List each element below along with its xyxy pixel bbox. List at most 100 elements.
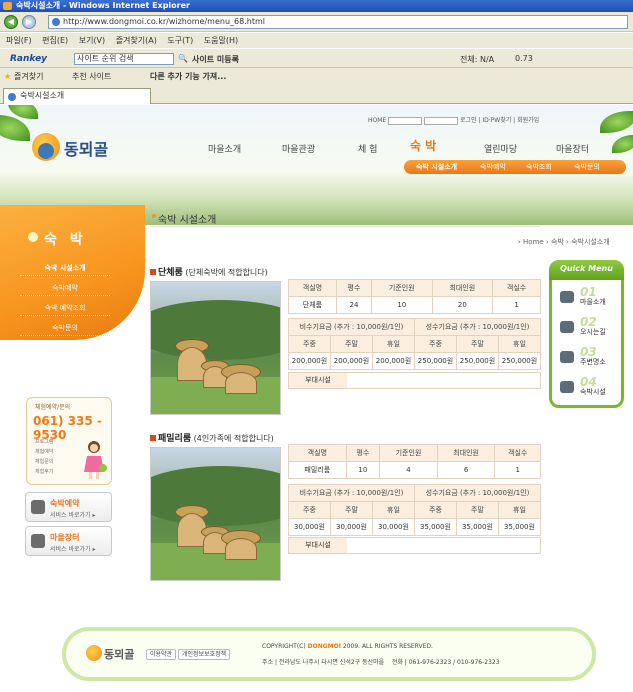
- contact-link-inquiry[interactable]: 체험문의: [35, 458, 53, 465]
- table-cell: 200,000원: [330, 352, 373, 370]
- privacy-link[interactable]: 개인정보보호정책: [178, 649, 231, 660]
- footer-links: 이용약관 개인정보보호정책: [146, 649, 231, 660]
- shortcut-title: 마을장터: [50, 533, 80, 542]
- login-link[interactable]: 로그인: [460, 117, 477, 124]
- table-header: 주중: [288, 335, 331, 353]
- footer-logo: 동뫼골: [104, 648, 135, 661]
- quick-item-lodging[interactable]: 04 숙박시설: [558, 375, 618, 401]
- contact-link-reserve[interactable]: 체험예약: [35, 448, 53, 455]
- login-pw-input[interactable]: [424, 116, 459, 125]
- star-icon: ★: [4, 72, 12, 81]
- site-logo[interactable]: 동뫼골: [64, 136, 108, 160]
- subnav-lookup[interactable]: 숙박조회: [526, 160, 552, 174]
- room-desc: (단체숙박에 적합합니다): [185, 268, 268, 277]
- table-cell: 200,000원: [372, 352, 415, 370]
- table-cell: 250,000원: [414, 352, 457, 370]
- lnb-item-lookup[interactable]: 숙박 예약조회: [20, 303, 110, 316]
- subnav-reserve[interactable]: 숙박예약: [480, 160, 506, 174]
- shortcut-market[interactable]: 마을장터 서비스 바로가기 ▸: [25, 526, 112, 556]
- window-title: 숙박시설소개 - Windows Internet Explorer: [16, 1, 190, 10]
- url-input[interactable]: http://www.dongmoi.co.kr/wizhome/menu_68…: [48, 15, 628, 29]
- gnb-lodging[interactable]: 숙 박: [410, 137, 436, 154]
- rankey-search-input[interactable]: 사이트 순위 검색: [74, 53, 174, 65]
- url-text: http://www.dongmoi.co.kr/wizhome/menu_68…: [63, 17, 265, 26]
- footer-copyright: COPYRIGHT(C) DONGMOI 2009. ALL RIGHTS RE…: [262, 643, 433, 650]
- table-header: 휴일: [498, 335, 541, 353]
- subnav-inquiry[interactable]: 숙박문의: [574, 160, 600, 174]
- table-cell: 30,000원: [329, 518, 373, 536]
- gnb-open-forum[interactable]: 열린마당: [484, 142, 517, 155]
- quick-item-intro[interactable]: 01 마을소개: [558, 285, 618, 311]
- table-header: 주중: [413, 501, 457, 519]
- forward-button[interactable]: ▶: [22, 15, 36, 29]
- lnb-item-inquiry[interactable]: 숙박문의: [20, 323, 110, 336]
- login-id-input[interactable]: [388, 116, 423, 125]
- people-icon: [560, 291, 574, 303]
- table-header: 평수: [335, 279, 373, 297]
- subnav-facility[interactable]: 숙박 시설소개: [416, 160, 457, 174]
- quick-menu: Quick Menu 01 마을소개 02 오시는길 03 주변명소 04 숙박…: [549, 260, 624, 408]
- bullet-icon: [28, 232, 38, 242]
- ie-page-icon: [52, 18, 60, 26]
- room-photo: [150, 447, 281, 581]
- room-title: 패밀리룸 (4인가족에 적합합니다): [150, 431, 274, 444]
- find-idpw-link[interactable]: ID·PW찾기: [482, 117, 511, 124]
- gnb-experience[interactable]: 체 험: [358, 142, 377, 155]
- quick-item-directions[interactable]: 02 오시는길: [558, 315, 618, 341]
- table-cell: 250,000원: [456, 352, 499, 370]
- favorites-button[interactable]: 즐겨찾기: [14, 68, 43, 86]
- lnb-item-reserve[interactable]: 숙박예약: [20, 283, 110, 296]
- breadcrumb: › Home › 숙박 › 숙박시설소개: [518, 238, 610, 246]
- back-button[interactable]: ◀: [4, 15, 18, 29]
- table-header: 성수기요금 (추가 : 10,000원/1인): [413, 484, 542, 502]
- get-addons[interactable]: 다른 추가 기능 가져...: [150, 68, 226, 86]
- table-cell: 4: [379, 461, 438, 479]
- menu-favorites[interactable]: 즐겨찾기(A): [116, 36, 157, 45]
- tab-active[interactable]: 숙박시설소개: [3, 88, 151, 104]
- gnb-tourism[interactable]: 마을관광: [282, 142, 315, 155]
- table-cell: 30,000원: [288, 518, 331, 536]
- left-menu-title: 숙 박: [44, 232, 87, 248]
- quick-item-label: 숙박시설: [580, 388, 606, 396]
- table-cell: 200,000원: [288, 352, 331, 370]
- amenities-row: 부대시설: [288, 372, 541, 389]
- menu-view[interactable]: 보기(V): [79, 36, 105, 45]
- menu-file[interactable]: 파일(F): [6, 36, 32, 45]
- menu-help[interactable]: 도움말(H): [204, 36, 238, 45]
- home-link[interactable]: HOME: [368, 117, 386, 124]
- menu-bar: 파일(F) 편집(E) 보기(V) 즐겨찾기(A) 도구(T) 도움말(H): [0, 33, 633, 48]
- gnb-village-intro[interactable]: 마을소개: [208, 142, 241, 155]
- recommended-sites[interactable]: 추천 사이트: [72, 68, 111, 86]
- terms-link[interactable]: 이용약관: [146, 649, 177, 660]
- gnb-market[interactable]: 마을장터: [556, 142, 589, 155]
- contact-link-review[interactable]: 체험후기: [35, 468, 53, 475]
- landmark-icon: [560, 351, 574, 363]
- contact-link-program[interactable]: 프로그램: [35, 438, 53, 445]
- ie-icon: [3, 2, 12, 10]
- window-titlebar: 숙박시설소개 - Windows Internet Explorer: [0, 0, 633, 12]
- join-link[interactable]: 회원가입: [517, 117, 539, 124]
- table-header: 휴일: [372, 335, 415, 353]
- table-header: 주말: [329, 501, 373, 519]
- search-icon[interactable]: 🔍: [178, 54, 188, 63]
- amenities-label: 부대시설: [289, 538, 347, 553]
- rankey-toolbar: Rankey 사이트 순위 검색 🔍 사이트 미등록 전체: N/A 0.73: [0, 48, 633, 68]
- quick-item-label: 오시는길: [580, 328, 606, 336]
- quick-item-attractions[interactable]: 03 주변명소: [558, 345, 618, 371]
- table-cell: 35,000원: [413, 518, 457, 536]
- site-footer: 동뫼골 이용약관 개인정보보호정책 COPYRIGHT(C) DONGMOI 2…: [62, 627, 596, 681]
- table-header: 객실명: [288, 444, 347, 462]
- lnb-item-facility[interactable]: 숙박 시설소개: [20, 263, 110, 276]
- room-price-table: 비수기요금 (추가 : 10,000원/1인) 성수기요금 (추가 : 10,0…: [288, 318, 541, 370]
- table-header: 주중: [414, 335, 457, 353]
- table-header: 최대인원: [431, 279, 494, 297]
- page-title: 숙박 시설소개: [151, 211, 216, 226]
- room-info-table: 객실명 평수 기준인원 최대인원 객실수 패밀리룸 10 4 6 1: [288, 444, 541, 479]
- menu-edit[interactable]: 편집(E): [42, 36, 68, 45]
- menu-tools[interactable]: 도구(T): [167, 36, 193, 45]
- shortcut-lodging-reserve[interactable]: 숙박예약 서비스 바로가기 ▸: [25, 492, 112, 522]
- contact-header: 체험예약/문의: [35, 404, 71, 411]
- shortcut-sub: 서비스 바로가기 ▸: [50, 512, 96, 519]
- divider: [150, 226, 540, 227]
- table-cell: 1: [494, 461, 541, 479]
